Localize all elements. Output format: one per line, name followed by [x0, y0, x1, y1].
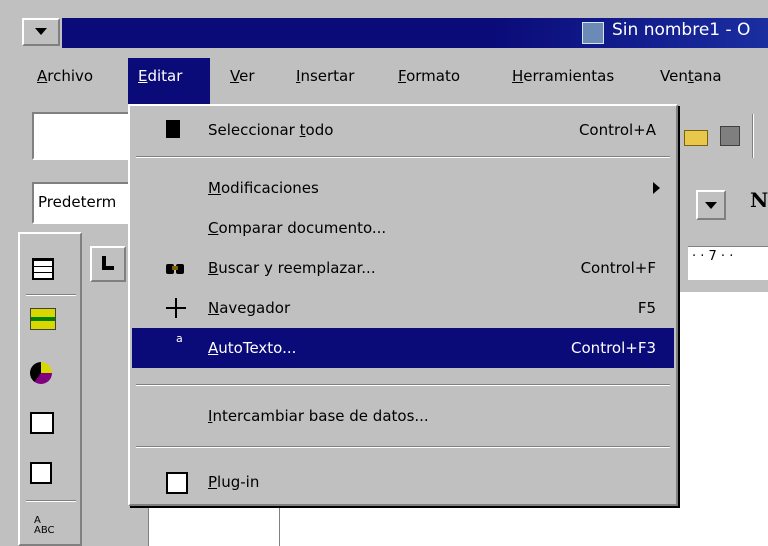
menu-separator — [136, 384, 670, 386]
shortcut: F5 — [637, 299, 656, 317]
menu-archivo[interactable]: Archivo — [37, 67, 93, 85]
toolbar-divider — [26, 294, 76, 296]
menu-formato[interactable]: Formato — [398, 67, 460, 85]
shortcut: Control+A — [578, 121, 656, 139]
binoculars-icon — [166, 258, 186, 278]
window-title: Sin nombre1 - O — [612, 20, 751, 40]
autotext-icon: a — [176, 332, 183, 345]
chevron-down-icon — [35, 28, 47, 35]
tab-stop-button[interactable] — [90, 246, 126, 282]
title-bar: Sin nombre1 - O — [0, 0, 768, 52]
window-menu-button[interactable] — [22, 18, 60, 46]
open-folder-icon[interactable] — [684, 130, 708, 146]
left-toolbar: A ABC — [0, 232, 84, 546]
menu-insertar[interactable]: Insertar — [296, 67, 354, 85]
menu-separator — [136, 446, 670, 448]
toolbar-divider — [26, 500, 76, 502]
style-select[interactable]: Predeterm — [32, 182, 142, 224]
menu-item-compare-document[interactable]: Comparar documento... — [132, 208, 674, 248]
title-bar-strip: Sin nombre1 - O — [62, 18, 768, 48]
menu-item-plugin[interactable]: Plug-in — [132, 462, 674, 502]
ruler-mark: · · 7 · · — [692, 249, 734, 264]
font-preview: N — [750, 188, 768, 212]
insert-fields-icon[interactable] — [30, 308, 56, 330]
style-select-value: Predeterm — [38, 193, 117, 211]
menu-herramientas[interactable]: Herramientas — [512, 67, 614, 85]
menu-item-select-all[interactable]: Seleccionar todo Control+A — [132, 110, 674, 150]
menu-item-autotext[interactable]: a AutoTexto... Control+F3 — [132, 328, 674, 368]
insert-chart-icon[interactable] — [30, 362, 52, 384]
menu-item-modifications[interactable]: Modificaciones — [132, 168, 674, 208]
font-select-dropdown-button[interactable] — [696, 190, 726, 220]
edit-draw-icon[interactable] — [30, 412, 54, 434]
menu-item-find-replace[interactable]: Buscar y reemplazar... Control+F — [132, 248, 674, 288]
shortcut: Control+F — [580, 259, 656, 277]
submenu-arrow-icon — [653, 182, 660, 194]
menu-ver[interactable]: Ver — [230, 67, 255, 85]
toolbar-separator — [752, 114, 754, 158]
ruler[interactable]: · · 7 · · — [688, 246, 768, 280]
shortcut: Control+F3 — [571, 339, 656, 357]
insert-table-icon[interactable] — [32, 258, 54, 280]
app-icon — [582, 22, 604, 44]
url-input[interactable] — [32, 112, 142, 160]
menu-item-navigator[interactable]: Navegador F5 — [132, 288, 674, 328]
save-icon[interactable] — [720, 126, 740, 146]
menu-separator — [136, 156, 670, 158]
insert-form-icon[interactable] — [30, 462, 52, 484]
menu-bar: Archivo Editar Ver Insertar Formato Herr… — [0, 52, 768, 104]
spellcheck-icon[interactable]: A ABC — [34, 516, 55, 536]
chevron-down-icon — [705, 202, 717, 209]
navigator-icon — [166, 298, 186, 318]
menu-ventana[interactable]: Ventana — [660, 67, 722, 85]
plugin-icon — [166, 472, 188, 494]
select-all-icon — [166, 120, 180, 138]
edit-menu: Seleccionar todo Control+A Modificacione… — [128, 104, 678, 506]
menu-item-exchange-database[interactable]: Intercambiar base de datos... — [132, 396, 674, 436]
menu-editar[interactable]: Editar — [128, 58, 210, 104]
